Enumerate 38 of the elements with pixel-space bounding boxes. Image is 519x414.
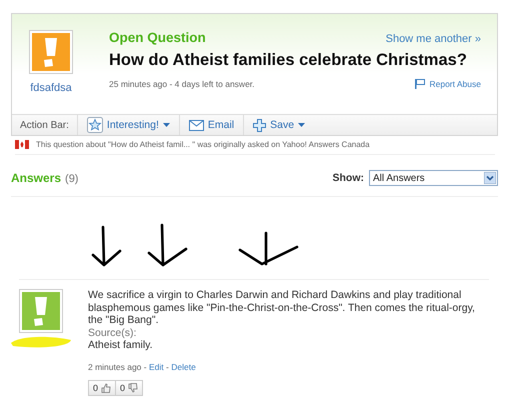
- question-meta: 25 minutes ago - 4 days left to answer.: [109, 79, 255, 89]
- thumbs-down-icon: [128, 383, 138, 393]
- source-text: Atheist family.: [88, 339, 154, 352]
- question-status: Open Question: [109, 30, 206, 45]
- avatar-icon: [19, 289, 63, 333]
- answer-text: We sacrifice a virgin to Charles Darwin and Richard Dawkins and play traditional blasphemous games like "Pin-the-Christ-on-the-Cross". Then comes the ritual-orgy, the "Big Bang".: [88, 289, 476, 326]
- envelope-icon: [188, 120, 204, 130]
- answers-heading: Answers: [11, 171, 62, 185]
- separator: -: [166, 362, 169, 372]
- email-button[interactable]: Email: [180, 115, 244, 135]
- avatar-icon: [29, 30, 73, 74]
- asker-name[interactable]: fdsafdsa: [30, 82, 72, 94]
- show-label: Show:: [332, 172, 364, 184]
- answer-time: 2 minutes ago: [88, 362, 142, 372]
- answer-link[interactable]: Delete: [171, 362, 196, 372]
- source-label: Source(s):: [88, 326, 138, 339]
- separator: -: [144, 362, 147, 372]
- answer-link[interactable]: Edit: [149, 362, 164, 372]
- canada-flag-icon: [15, 140, 29, 149]
- plus-icon: [253, 118, 266, 132]
- star-icon: [86, 117, 103, 133]
- answer-filter-dropdown[interactable]: All Answers: [369, 170, 498, 186]
- thumbs-up-button[interactable]: 0: [88, 380, 116, 396]
- caret-icon: [298, 123, 306, 127]
- save-button[interactable]: Save: [244, 115, 314, 135]
- caret-icon: [162, 123, 170, 127]
- flag-icon: [415, 79, 426, 89]
- highlight-scribble: [9, 334, 73, 350]
- dropdown-icon: [484, 172, 496, 184]
- action-bar-label: Action Bar:: [12, 115, 78, 135]
- notice-text: This question about "How do Atheist famil... " was originally asked on Yahoo! Answers Canada: [36, 140, 370, 149]
- thumbs-down-button[interactable]: 0: [116, 380, 144, 396]
- report-abuse-link[interactable]: Report Abuse: [415, 79, 481, 89]
- interesting-button[interactable]: Interesting!: [78, 115, 180, 135]
- thumbs-up-icon: [101, 383, 112, 393]
- answer-count: (9): [65, 173, 78, 185]
- show-another-link[interactable]: Show me another »: [386, 33, 481, 45]
- question-title: How do Atheist families celebrate Christmas?: [109, 51, 468, 70]
